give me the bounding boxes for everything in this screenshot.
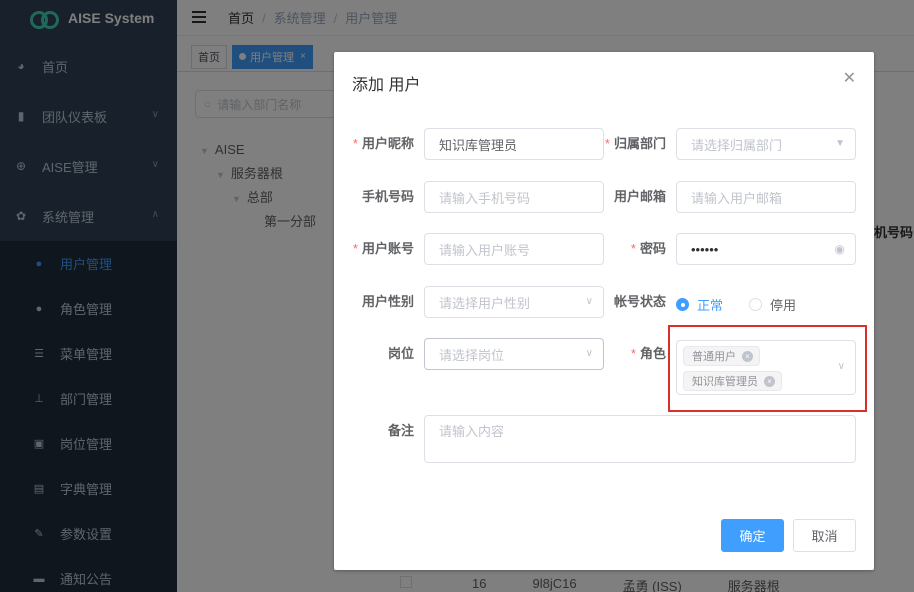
email-label: 用户邮箱: [613, 189, 666, 204]
account-placeholder: 请输入用户账号: [439, 242, 531, 258]
post-select[interactable]: 请选择岗位 ∨: [424, 338, 604, 370]
nickname-input[interactable]: 知识库管理员: [424, 128, 604, 160]
nickname-label: * 用户昵称: [352, 136, 414, 151]
post-label: 岗位: [387, 346, 414, 361]
radio-label: 正常: [697, 298, 724, 313]
remark-textarea[interactable]: 请输入内容: [424, 415, 856, 463]
password-input[interactable]: •••••• ◉: [676, 233, 856, 265]
caret-down-icon: ▼: [835, 138, 845, 149]
phone-placeholder: 请输入手机号码: [439, 190, 531, 206]
add-user-dialog: 添加 用户 ✕ * 用户昵称 知识库管理员 * 归属部门 请选择归属部门 ▼ 手机号码…: [334, 52, 874, 570]
password-value: ••••••: [691, 241, 719, 257]
radio-icon: [676, 298, 689, 311]
status-label: 帐号状态: [613, 294, 666, 309]
email-placeholder: 请输入用户邮箱: [691, 190, 783, 206]
account-input[interactable]: 请输入用户账号: [424, 233, 604, 265]
remark-label: 备注: [387, 423, 414, 438]
chevron-down-icon: ∨: [585, 296, 593, 307]
radio-label: 停用: [770, 298, 797, 313]
dept-label: * 归属部门: [604, 136, 666, 151]
eye-icon[interactable]: ◉: [835, 242, 845, 256]
phone-label: 手机号码: [361, 189, 414, 204]
chevron-down-icon: ∨: [585, 348, 593, 359]
post-placeholder: 请选择岗位: [439, 347, 505, 363]
email-input[interactable]: 请输入用户邮箱: [676, 181, 856, 213]
gender-select[interactable]: 请选择用户性别 ∨: [424, 286, 604, 318]
gender-label: 用户性别: [361, 294, 414, 309]
cancel-button[interactable]: 取消: [793, 519, 856, 552]
gender-placeholder: 请选择用户性别: [439, 295, 531, 311]
account-label: * 用户账号: [352, 241, 414, 256]
dept-select[interactable]: 请选择归属部门 ▼: [676, 128, 856, 160]
close-icon[interactable]: ✕: [843, 68, 856, 88]
nickname-value: 知识库管理员: [439, 137, 518, 153]
phone-input[interactable]: 请输入手机号码: [424, 181, 604, 213]
dialog-title: 添加 用户: [352, 77, 421, 94]
status-radio-disabled[interactable]: 停用: [749, 295, 796, 314]
status-radio-normal[interactable]: 正常: [676, 295, 723, 314]
confirm-button[interactable]: 确定: [721, 519, 784, 552]
highlight-box: [668, 325, 867, 412]
password-label: * 密码: [630, 241, 666, 256]
radio-icon: [749, 298, 762, 311]
dept-placeholder: 请选择归属部门: [691, 137, 783, 153]
role-label: * 角色: [630, 346, 666, 361]
remark-placeholder: 请输入内容: [439, 424, 505, 439]
